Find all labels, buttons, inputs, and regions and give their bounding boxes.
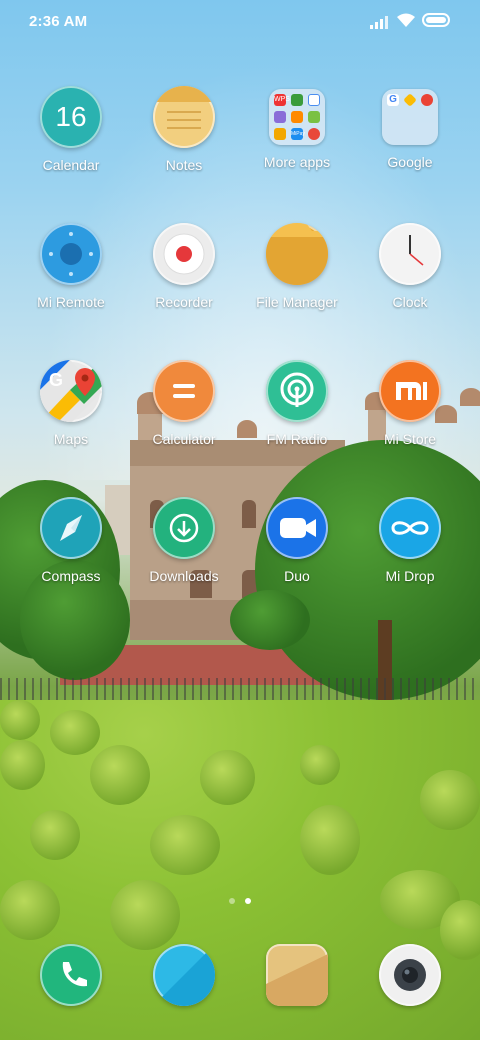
app-label: Mi Remote (37, 294, 105, 310)
status-time: 2:36 AM (29, 13, 88, 30)
app-label: Compass (41, 568, 101, 584)
duo-icon (266, 497, 328, 559)
app-mi-drop[interactable]: Mi Drop (355, 497, 465, 584)
app-file-manager[interactable]: File Manager (242, 223, 352, 310)
app-duo[interactable]: Duo (242, 497, 352, 584)
wifi-icon (397, 13, 415, 27)
app-label: Mi Store (383, 431, 437, 447)
app-recorder[interactable]: Recorder (129, 223, 239, 310)
app-downloads[interactable]: Downloads (129, 497, 239, 584)
app-notes[interactable]: Notes (129, 86, 239, 173)
app-label: Recorder (155, 294, 213, 310)
app-calendar[interactable]: 16 Calendar (16, 86, 126, 173)
app-label: FM Radio (266, 431, 328, 447)
folder-icon: WPS MiPay (269, 89, 325, 145)
app-label: Duo (284, 568, 310, 584)
gallery-icon[interactable] (266, 944, 328, 1006)
notes-icon (153, 86, 215, 148)
app-mi-remote[interactable]: Mi Remote (16, 223, 126, 310)
radio-icon (266, 360, 328, 422)
app-label: File Manager (256, 294, 338, 310)
battery-icon (422, 13, 450, 27)
download-icon (153, 497, 215, 559)
messages-icon[interactable] (153, 944, 215, 1006)
page-indicator-dot-active[interactable] (245, 898, 251, 904)
app-label: Notes (165, 157, 203, 173)
app-calculator[interactable]: Calculator (129, 360, 239, 447)
folder-google[interactable]: G Google (355, 86, 465, 170)
app-label: Calendar (42, 157, 100, 173)
app-label: Google (387, 154, 433, 170)
clock-icon (379, 223, 441, 285)
app-label: Maps (53, 431, 89, 447)
mi-drop-icon (379, 497, 441, 559)
folder-file-icon (266, 223, 328, 285)
record-icon (153, 223, 215, 285)
compass-icon (40, 497, 102, 559)
app-mi-store[interactable]: Mi Store (355, 360, 465, 447)
maps-icon: G (40, 360, 102, 422)
page-indicator-dot[interactable] (229, 898, 235, 904)
app-label: Calculator (152, 431, 216, 447)
svg-text:G: G (49, 370, 63, 390)
remote-icon (40, 223, 102, 285)
mi-store-icon (379, 360, 441, 422)
signal-icon (370, 16, 388, 29)
status-bar: 2:36 AM (0, 0, 480, 44)
app-clock[interactable]: Clock (355, 223, 465, 310)
folder-more-apps[interactable]: WPS MiPay More apps (242, 86, 352, 170)
app-fm-radio[interactable]: FM Radio (242, 360, 352, 447)
camera-icon[interactable] (379, 944, 441, 1006)
app-label: Downloads (149, 568, 219, 584)
calendar-icon: 16 (40, 86, 102, 148)
folder-icon: G (382, 89, 438, 145)
calculator-icon (153, 360, 215, 422)
app-label: Mi Drop (385, 568, 435, 584)
app-label: More apps (263, 154, 331, 170)
app-compass[interactable]: Compass (16, 497, 126, 584)
app-maps[interactable]: G Maps (16, 360, 126, 447)
phone-icon[interactable] (40, 944, 102, 1006)
app-label: Clock (392, 294, 428, 310)
